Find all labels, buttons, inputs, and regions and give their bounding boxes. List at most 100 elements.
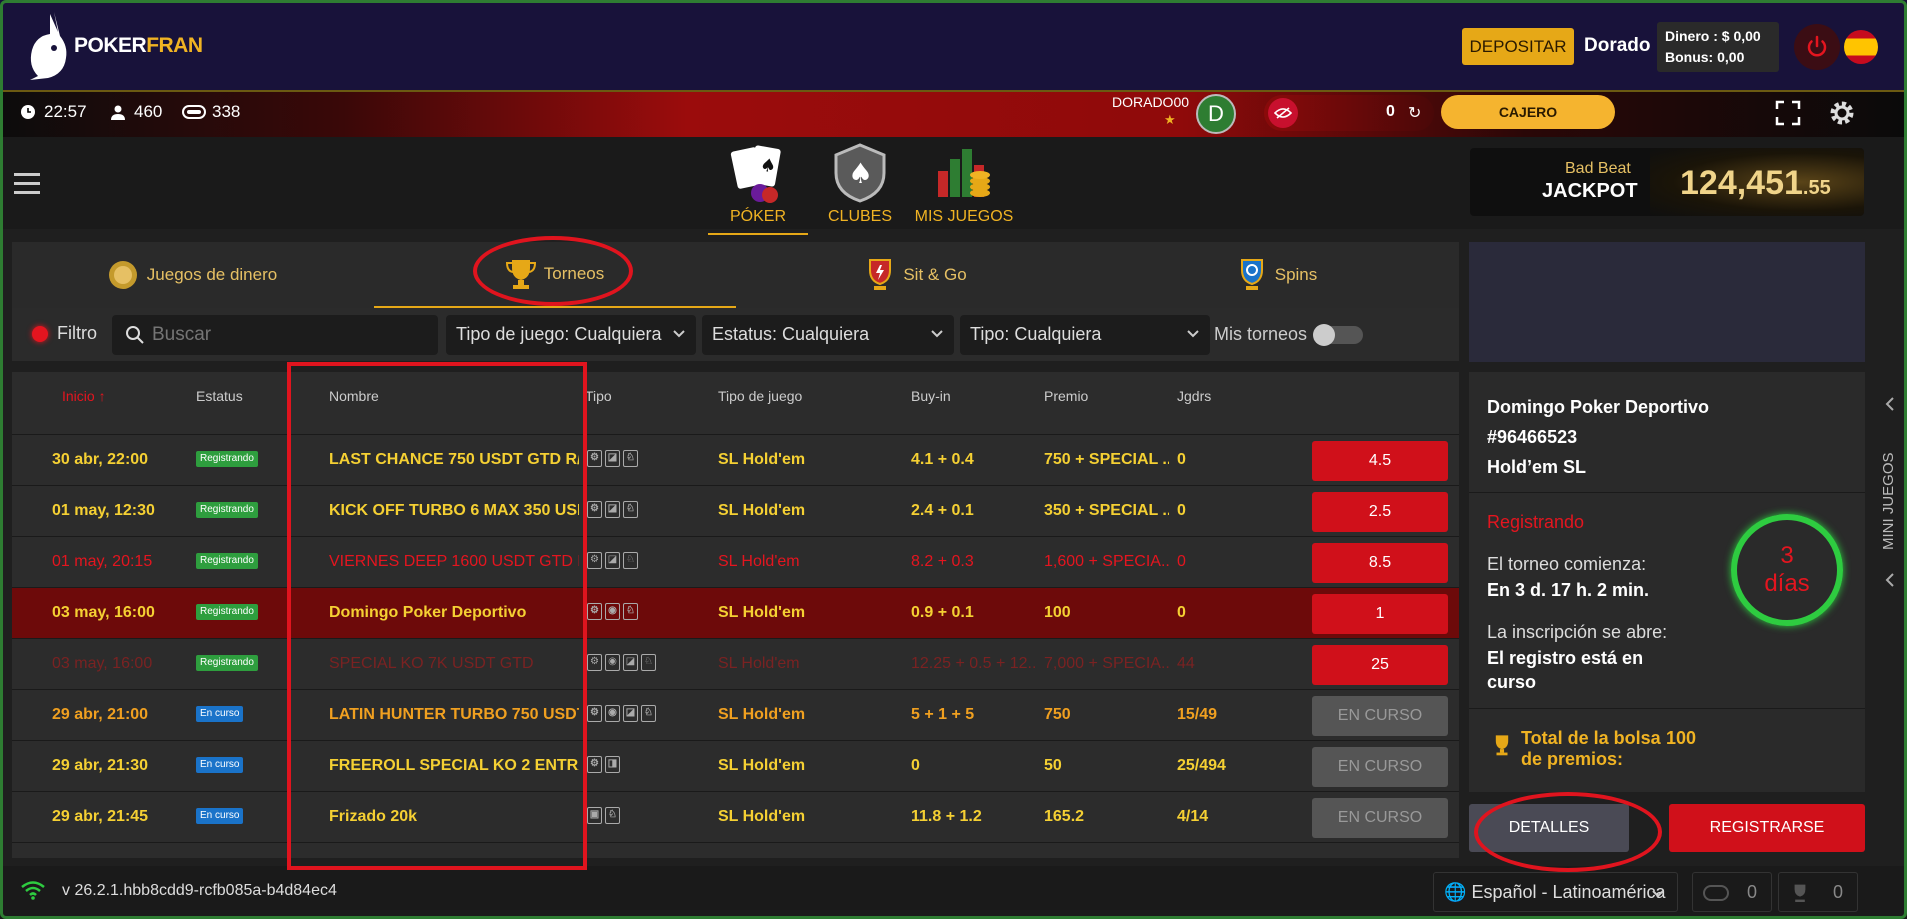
game-type-icon: ◪ <box>605 501 620 518</box>
tournaments-counter[interactable]: 0 <box>1778 872 1858 912</box>
power-button[interactable] <box>1794 24 1840 70</box>
top-bar: POKERFRAN DEPOSITAR Dorado Dinero : $ 0,… <box>0 0 1907 92</box>
avatar[interactable]: D <box>1196 94 1236 134</box>
logo-text-fran: FRAN <box>146 34 203 57</box>
prize-pool-label-1: Total de la bolsa <box>1521 728 1661 748</box>
money-value: $ 0,00 <box>1721 28 1761 44</box>
pokerfran-logo[interactable]: POKERFRAN <box>24 10 203 82</box>
row-action-button[interactable]: 1 <box>1312 594 1448 634</box>
col-game-type[interactable]: Tipo de juego <box>718 388 802 404</box>
tab-sit-and-go[interactable]: Sit & Go <box>736 242 1096 308</box>
chips-pill: 0 ↻ <box>1264 95 1434 131</box>
cell-start: 30 abr, 22:00 <box>52 451 149 468</box>
table-row[interactable]: 30 abr, 22:00 Registrando LAST CHANCE 750 … <box>12 435 1459 486</box>
type-icons: ⚙ ◪ ♘ <box>587 501 638 518</box>
starts-value: En 3 d. 17 h. 2 min. <box>1487 580 1650 600</box>
type-select[interactable]: Tipo: Cualquiera <box>960 315 1210 355</box>
search-input[interactable] <box>152 315 422 355</box>
tables-stat: 338 <box>182 102 240 122</box>
table-row[interactable]: 01 may, 20:15 Registrando VIERNES DEEP 160… <box>12 537 1459 588</box>
hamburger-menu-icon[interactable] <box>14 173 40 200</box>
cell-game-type: SL Hold'em <box>718 757 806 774</box>
open-tables-counter[interactable]: 0 <box>1692 872 1772 912</box>
deposit-button[interactable]: DEPOSITAR <box>1462 28 1574 65</box>
cell-name: FREEROLL SPECIAL KO 2 ENTRAD... <box>329 757 579 774</box>
gear-icon[interactable] <box>1826 97 1858 129</box>
col-players[interactable]: Jgdrs <box>1177 388 1211 404</box>
col-prize[interactable]: Premio <box>1044 388 1088 404</box>
row-action-button[interactable]: 2.5 <box>1312 492 1448 532</box>
register-button[interactable]: REGISTRARSE <box>1669 804 1865 852</box>
cell-name: KICK OFF TURBO 6 MAX 350 USD... <box>329 502 579 519</box>
table-row[interactable]: 01 may, 12:30 Registrando KICK OFF TURBO 6… <box>12 486 1459 537</box>
col-type[interactable]: Tipo <box>585 388 612 404</box>
tab-cash-games[interactable]: Juegos de dinero <box>12 242 372 308</box>
my-tournaments-toggle[interactable] <box>1313 324 1363 346</box>
row-action-button[interactable]: 25 <box>1312 645 1448 685</box>
mini-games-label[interactable]: MINI JUEGOS <box>1880 452 1897 550</box>
game-type-icon: ♘ <box>623 603 638 620</box>
chevron-down-icon <box>673 330 685 338</box>
row-action-button[interactable]: EN CURSO <box>1312 747 1448 787</box>
chevron-left-icon[interactable] <box>1883 396 1897 412</box>
fullscreen-icon[interactable] <box>1775 100 1801 126</box>
tab-tournaments[interactable]: Torneos <box>374 242 736 308</box>
cell-buyin: 5 + 1 + 5 <box>911 706 975 723</box>
table-row[interactable]: 03 may, 16:00 Registrando SPECIAL KO 7K US… <box>12 639 1459 690</box>
row-action-button[interactable]: 8.5 <box>1312 543 1448 583</box>
type-icons: ⚙ ◪ ♘ <box>587 450 638 467</box>
chevron-down-icon <box>1187 330 1199 338</box>
filter-label[interactable]: Filtro <box>57 323 97 344</box>
row-action-button[interactable]: EN CURSO <box>1312 798 1448 838</box>
eye-hidden-icon[interactable] <box>1268 98 1298 128</box>
nav-item-my-games[interactable]: MIS JUEGOS <box>914 141 1014 225</box>
chevron-down-icon <box>931 330 943 338</box>
col-start[interactable]: Inicio ↑ <box>62 388 106 404</box>
table-row[interactable]: 29 abr, 21:00 En curso LATIN HUNTER TURBO … <box>12 690 1459 741</box>
col-name[interactable]: Nombre <box>329 388 379 404</box>
row-action-button[interactable]: 4.5 <box>1312 441 1448 481</box>
poker-cards-icon: ♠ <box>730 145 781 203</box>
jackpot-banner[interactable]: Bad Beat JACKPOT 124,451.55 <box>1470 148 1864 216</box>
table-row[interactable]: 03 may, 16:00 Registrando Domingo Poker De… <box>12 588 1459 639</box>
table-row[interactable]: 29 abr, 21:45 En curso Frizado 20k ▣ ♘ SL Hol… <box>12 792 1459 843</box>
search-icon <box>126 326 144 344</box>
tab-spins[interactable]: Spins <box>1096 242 1458 308</box>
svg-text:♠: ♠ <box>848 157 873 190</box>
registration-value-2: curso <box>1487 672 1537 692</box>
main-nav: ♠ PÓKER ♠ CLUBES MIS JUEGOS Bad Beat JAC… <box>0 137 1907 235</box>
nav-item-poker[interactable]: ♠ PÓKER <box>708 141 808 235</box>
cell-name: VIERNES DEEP 1600 USDT GTD R... <box>329 553 579 570</box>
nav-item-clubs[interactable]: ♠ CLUBES <box>812 141 908 225</box>
chevron-down-icon <box>1652 890 1664 898</box>
language-select[interactable]: 🌐 Español - Latinoamérica <box>1433 872 1678 912</box>
game-type-icon: ♘ <box>641 654 656 671</box>
refresh-icon[interactable]: ↻ <box>1408 103 1421 123</box>
cashier-button[interactable]: CAJERO <box>1441 95 1615 129</box>
chevron-left-icon[interactable] <box>1883 572 1897 588</box>
nav-label-clubs: CLUBES <box>827 208 893 225</box>
cell-buyin: 11.8 + 1.2 <box>911 808 982 825</box>
cell-name: LATIN HUNTER TURBO 750 USDT ... <box>329 706 579 723</box>
cell-game-type: SL Hold'em <box>718 808 806 825</box>
game-type-value: Tipo de juego: Cualquiera <box>456 324 662 344</box>
prize-pool-value: 100 <box>1666 728 1697 748</box>
game-type-icon: ◪ <box>605 450 620 467</box>
col-status[interactable]: Estatus <box>196 388 243 404</box>
game-type-select[interactable]: Tipo de juego: Cualquiera <box>446 315 696 355</box>
logo-text-poker: POKER <box>74 34 147 57</box>
status-select[interactable]: Estatus: Cualquiera <box>702 315 954 355</box>
row-action-button[interactable]: EN CURSO <box>1312 696 1448 736</box>
search-box[interactable] <box>112 315 438 355</box>
clock-icon <box>21 105 35 119</box>
game-type-icon: ⚙ <box>587 450 602 467</box>
spain-flag-icon[interactable] <box>1844 30 1878 64</box>
col-buyin[interactable]: Buy-in <box>911 388 951 404</box>
table-row[interactable]: 29 abr, 21:30 En curso FREEROLL SPECIAL KO… <box>12 741 1459 792</box>
footer-bar: v 26.2.1.hbb8cdd9-rcfb085a-b4d84ec4 🌐 Es… <box>0 866 1907 919</box>
game-type-icon: ⚙ <box>587 501 602 518</box>
cell-players: 0 <box>1177 553 1186 570</box>
cell-prize: 50 <box>1044 757 1062 774</box>
tournament-details-panel: Domingo Poker Deportivo #96466523 Hold’e… <box>1469 372 1865 792</box>
details-button[interactable]: DETALLES <box>1469 804 1629 852</box>
